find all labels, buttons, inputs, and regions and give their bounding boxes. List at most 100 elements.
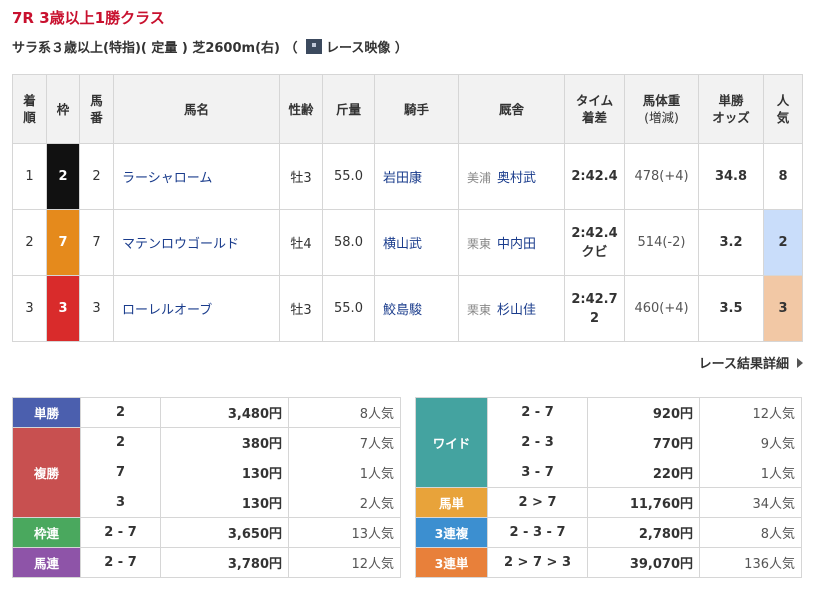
trainer-link[interactable]: 中内田 bbox=[497, 237, 536, 252]
body-weight-cell: 460(+4) bbox=[624, 275, 699, 342]
horse-name-link[interactable]: マテンロウゴールド bbox=[113, 209, 280, 276]
payout-combo: 2 - 3 - 7 bbox=[487, 517, 588, 548]
sex-age-cell: 牡3 bbox=[279, 275, 323, 342]
payout-row-wide: ワイド 2 - 7 920円 12人気 bbox=[415, 397, 802, 488]
frame-cell: 7 bbox=[46, 209, 80, 276]
frame-cell: 2 bbox=[46, 143, 80, 210]
payout-row-umaren: 馬連 2 - 7 3,780円 12人気 bbox=[12, 547, 401, 578]
number-cell: 3 bbox=[79, 275, 114, 342]
race-video-link[interactable]: レース映像 bbox=[302, 39, 391, 56]
header-horse: 馬名 bbox=[113, 74, 280, 144]
rank-cell: 3 bbox=[12, 275, 47, 342]
payout-table-left: 単勝 2 3,480円 8人気 複勝 2 380円 7人気 7 130円 1人気… bbox=[12, 397, 401, 578]
trainer-region: 栗東 bbox=[467, 303, 492, 317]
jockey-link[interactable]: 鮫島駿 bbox=[374, 275, 459, 342]
header-rank: 着順 bbox=[12, 74, 47, 144]
payout-combo: 2 > 7 > 3 bbox=[487, 547, 588, 578]
frame-cell: 3 bbox=[46, 275, 80, 342]
weight-cell: 55.0 bbox=[322, 143, 375, 210]
payout-combo: 2 bbox=[80, 427, 161, 458]
payout-popularity: 7人気 bbox=[288, 427, 401, 458]
trainer-link[interactable]: 杉山佳 bbox=[497, 303, 536, 318]
race-title: 7R 3歳以上1勝クラス bbox=[12, 9, 165, 27]
horse-name-link[interactable]: ローレルオーブ bbox=[113, 275, 280, 342]
body-weight-cell: 478(+4) bbox=[624, 143, 699, 210]
header-odds: 単勝 オッズ bbox=[698, 74, 764, 144]
table-row: 2 7 7 マテンロウゴールド 牡4 58.0 横山武 栗東 中内田 2:42.4… bbox=[12, 209, 803, 276]
time-cell: 2:42.7 2 bbox=[564, 275, 625, 342]
trainer-cell: 美浦 奥村武 bbox=[458, 143, 565, 210]
race-conditions: サラ系３歳以上(特指)( 定量 ) 芝2600m(右) （ レース映像 ） bbox=[12, 37, 408, 56]
payout-amount: 11,760円 bbox=[587, 487, 700, 518]
payout-combo: 7 bbox=[80, 457, 161, 488]
header-trainer: 厩舎 bbox=[458, 74, 565, 144]
results-header-row: 着順 枠 馬番 馬名 性齢 斤量 騎手 厩舎 タイム 着差 馬体重 (増減) 単勝オ… bbox=[12, 74, 803, 144]
horse-name-link[interactable]: ラーシャローム bbox=[113, 143, 280, 210]
payout-amount: 130円 bbox=[160, 487, 289, 518]
race-conditions-text: サラ系３歳以上(特指)( 定量 ) 芝2600m(右) （ bbox=[12, 41, 298, 56]
bet-type-fukusho: 複勝 bbox=[12, 427, 81, 518]
sex-age-cell: 牡3 bbox=[279, 143, 323, 210]
jockey-link[interactable]: 岩田康 bbox=[374, 143, 459, 210]
payout-row-umatan: 馬単 2 > 7 11,760円 34人気 bbox=[415, 487, 802, 518]
popularity-cell: 2 bbox=[763, 209, 803, 276]
payout-combo: 2 - 7 bbox=[80, 547, 161, 578]
payout-popularity: 1人気 bbox=[288, 457, 401, 488]
race-detail-label: レース結果詳細 bbox=[698, 357, 789, 372]
payout-row-fukusho: 複勝 2 380円 7人気 bbox=[12, 427, 401, 518]
bet-type-wakuren: 枠連 bbox=[12, 517, 81, 548]
rank-cell: 1 bbox=[12, 143, 47, 210]
payout-popularity: 34人気 bbox=[699, 487, 802, 518]
bet-type-umatan: 馬単 bbox=[415, 487, 488, 518]
payout-combo: 2 - 7 bbox=[80, 517, 161, 548]
payout-row-wakuren: 枠連 2 - 7 3,650円 13人気 bbox=[12, 517, 401, 548]
table-row: 3 3 3 ローレルオーブ 牡3 55.0 鮫島駿 栗東 杉山佳 2:42.7 2 … bbox=[12, 275, 803, 342]
payout-combo: 3 - 7 bbox=[487, 457, 588, 488]
odds-cell: 34.8 bbox=[698, 143, 764, 210]
trainer-cell: 栗東 杉山佳 bbox=[458, 275, 565, 342]
trainer-region: 栗東 bbox=[467, 237, 492, 251]
payout-amount: 770円 bbox=[587, 427, 700, 458]
body-weight-cell: 514(-2) bbox=[624, 209, 699, 276]
payout-combo: 2 > 7 bbox=[487, 487, 588, 518]
weight-cell: 55.0 bbox=[322, 275, 375, 342]
sex-age-cell: 牡4 bbox=[279, 209, 323, 276]
odds-cell: 3.2 bbox=[698, 209, 764, 276]
payout-row-tansho: 単勝 2 3,480円 8人気 bbox=[12, 397, 401, 428]
results-table: 着順 枠 馬番 馬名 性齢 斤量 騎手 厩舎 タイム 着差 馬体重 (増減) 単勝オ… bbox=[12, 74, 803, 342]
race-video-label: レース映像 bbox=[326, 41, 391, 56]
payout-amount: 3,480円 bbox=[160, 397, 289, 428]
bet-type-tansho: 単勝 bbox=[12, 397, 81, 428]
odds-cell: 3.5 bbox=[698, 275, 764, 342]
payout-popularity: 12人気 bbox=[699, 397, 802, 428]
payout-combo: 2 bbox=[80, 397, 161, 428]
race-detail-link[interactable]: レース結果詳細 bbox=[699, 353, 803, 372]
trainer-link[interactable]: 奥村武 bbox=[497, 171, 536, 186]
close-paren: ） bbox=[394, 41, 408, 56]
chevron-right-icon bbox=[797, 358, 803, 368]
header-popularity: 人気 bbox=[763, 74, 803, 144]
payout-amount: 380円 bbox=[160, 427, 289, 458]
header-number: 馬番 bbox=[79, 74, 114, 144]
number-cell: 2 bbox=[79, 143, 114, 210]
bet-type-umaren: 馬連 bbox=[12, 547, 81, 578]
number-cell: 7 bbox=[79, 209, 114, 276]
payout-amount: 39,070円 bbox=[587, 547, 700, 578]
table-row: 1 2 2 ラーシャローム 牡3 55.0 岩田康 美浦 奥村武 2:42.4 4… bbox=[12, 143, 803, 210]
payout-table-right: ワイド 2 - 7 920円 12人気 2 - 3 770円 9人気 3 - 7… bbox=[415, 397, 802, 578]
header-time: タイム 着差 bbox=[564, 74, 625, 144]
header-jockey: 騎手 bbox=[374, 74, 459, 144]
jockey-link[interactable]: 横山武 bbox=[374, 209, 459, 276]
time-cell: 2:42.4 クビ bbox=[564, 209, 625, 276]
time-cell: 2:42.4 bbox=[564, 143, 625, 210]
header-body-weight: 馬体重 (増減) bbox=[624, 74, 699, 144]
payout-amount: 130円 bbox=[160, 457, 289, 488]
payout-combo: 3 bbox=[80, 487, 161, 518]
popularity-cell: 8 bbox=[763, 143, 803, 210]
video-icon bbox=[306, 39, 323, 54]
payout-popularity: 8人気 bbox=[288, 397, 401, 428]
payout-popularity: 9人気 bbox=[699, 427, 802, 458]
popularity-cell: 3 bbox=[763, 275, 803, 342]
payout-combo: 2 - 7 bbox=[487, 397, 588, 428]
header-frame: 枠 bbox=[46, 74, 80, 144]
